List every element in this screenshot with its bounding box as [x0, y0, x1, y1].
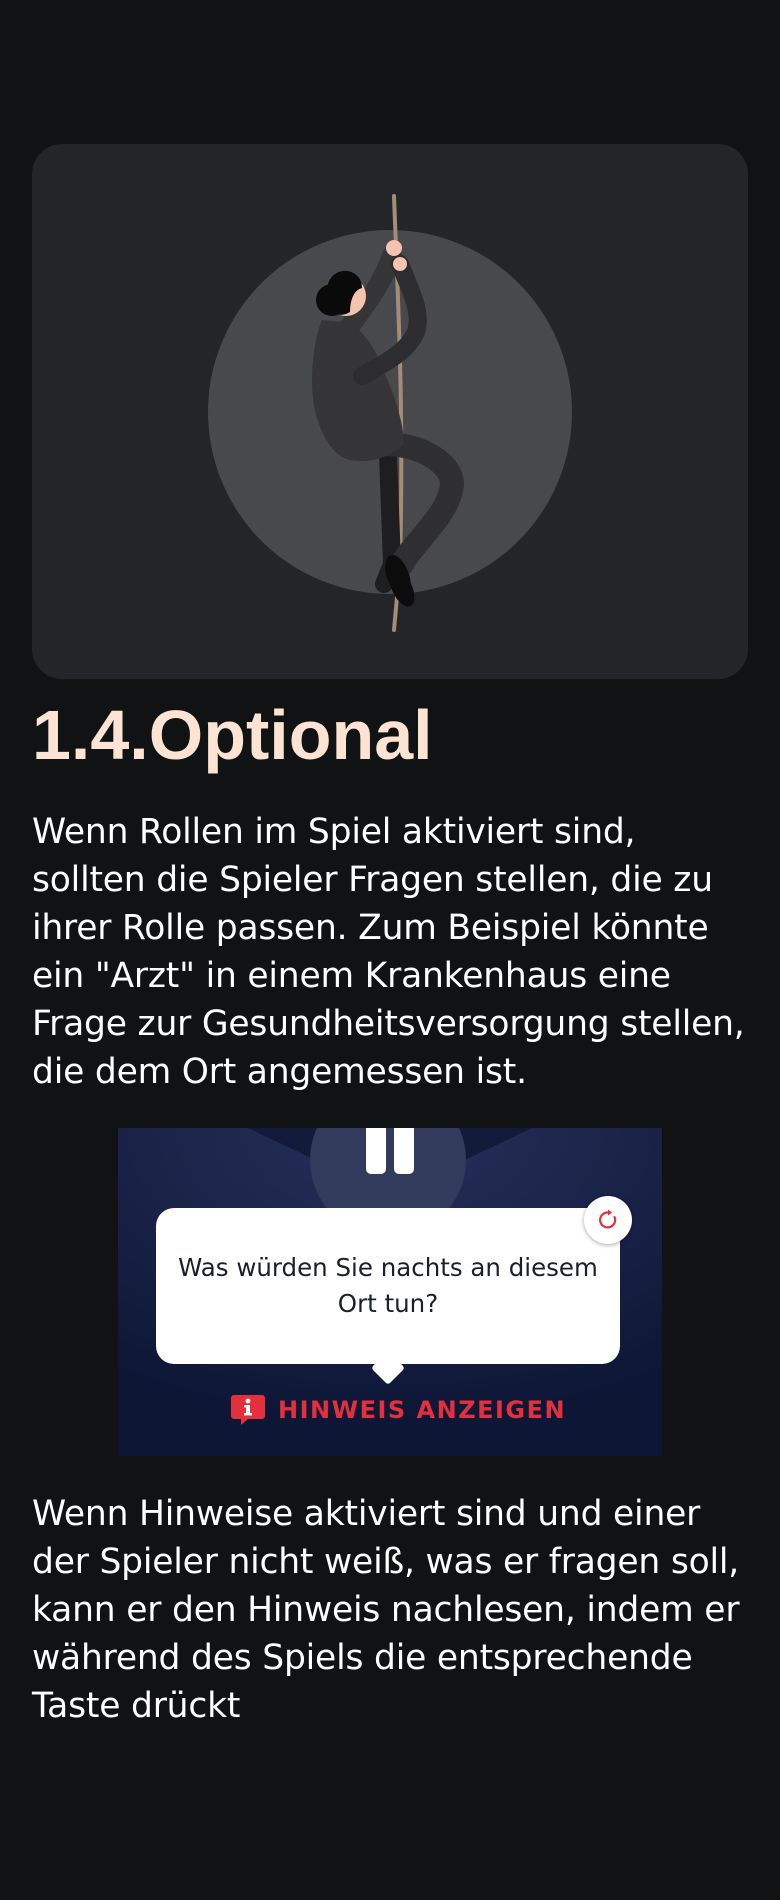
question-text: Was würden Sie nachts an diesem Ort tun?	[178, 1253, 598, 1318]
pause-icon[interactable]	[366, 1128, 386, 1174]
hints-paragraph: Wenn Hinweise aktiviert sind und einer d…	[32, 1494, 740, 1726]
hero-illustration-card	[32, 144, 748, 679]
climber-on-rope-illustration	[208, 194, 572, 632]
refresh-button[interactable]	[584, 1196, 632, 1244]
refresh-icon	[599, 1209, 617, 1229]
roles-paragraph: Wenn Rollen im Spiel aktiviert sind, sol…	[32, 812, 745, 1092]
info-chat-icon	[231, 1395, 265, 1425]
pause-icon-bar[interactable]	[394, 1128, 414, 1174]
question-card: Was würden Sie nachts an diesem Ort tun?	[156, 1208, 620, 1364]
page-title: 1.4.Optional	[32, 696, 433, 774]
game-preview: Was würden Sie nachts an diesem Ort tun?…	[118, 1128, 662, 1456]
show-hint-button[interactable]: HINWEIS ANZEIGEN	[230, 1390, 565, 1430]
hint-label: HINWEIS ANZEIGEN	[278, 1396, 567, 1424]
